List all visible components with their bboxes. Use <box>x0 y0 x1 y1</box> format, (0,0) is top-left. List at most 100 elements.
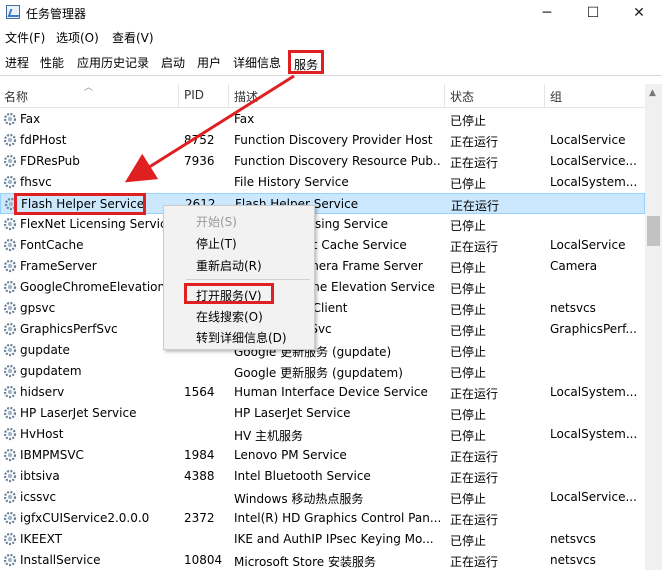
table-row[interactable]: gupdate Google 更新服务 (gupdate) 已停止 <box>0 340 645 361</box>
service-status: 正在运行 <box>450 555 499 569</box>
tab-performance[interactable]: 性能 <box>40 54 64 71</box>
service-status: 已停止 <box>450 366 487 380</box>
service-status: 已停止 <box>450 429 487 443</box>
menu-bar: 文件(F) 选项(O) 查看(V) <box>0 26 662 48</box>
service-name: hidserv <box>20 385 65 399</box>
maximize-button[interactable]: ☐ <box>570 0 616 26</box>
gear-icon <box>3 406 17 420</box>
vertical-scrollbar[interactable]: ▲ <box>645 84 662 570</box>
ctx-restart[interactable]: 重新启动(R) <box>196 257 262 274</box>
table-row[interactable]: ibtsiva 4388 Intel Bluetooth Service 正在运行 <box>0 466 645 487</box>
service-description: Function Discovery Provider Host <box>234 133 433 147</box>
menu-file[interactable]: 文件(F) <box>5 29 45 46</box>
tab-app-history[interactable]: 应用历史记录 <box>77 54 149 71</box>
gear-icon <box>3 532 17 546</box>
close-button[interactable]: ✕ <box>616 0 662 26</box>
service-status: 已停止 <box>450 261 487 275</box>
table-row[interactable]: FDResPub 7936 Function Discovery Resource … <box>0 151 645 172</box>
ctx-search-online[interactable]: 在线搜索(O) <box>196 308 263 325</box>
gear-icon <box>3 448 17 462</box>
table-row[interactable]: igfxCUIService2.0.0.0 2372 Intel(R) HD Gra… <box>0 508 645 529</box>
column-divider[interactable] <box>228 84 229 108</box>
table-row[interactable]: FlexNet Licensing ServiceFlexNet Licensi… <box>0 214 645 235</box>
table-row[interactable]: hidserv 1564 Human Interface Device Servic… <box>0 382 645 403</box>
tab-users[interactable]: 用户 <box>197 54 221 71</box>
service-group: netsvcs <box>550 553 596 567</box>
table-row[interactable]: FrameServer Windows Camera Frame Server 已停… <box>0 256 645 277</box>
service-name: fdPHost <box>20 133 67 147</box>
table-row[interactable]: Fax Fax 已停止 <box>0 109 645 130</box>
service-name: ibtsiva <box>20 469 60 483</box>
service-description: Intel Bluetooth Service <box>234 469 371 483</box>
service-name: icssvc <box>20 490 57 504</box>
menu-view[interactable]: 查看(V) <box>112 29 154 46</box>
service-status: 已停止 <box>450 324 487 338</box>
service-group: Camera <box>550 259 598 273</box>
service-status: 已停止 <box>450 345 487 359</box>
scrollbar-thumb[interactable] <box>647 216 660 246</box>
menu-options[interactable]: 选项(O) <box>56 29 99 46</box>
table-row[interactable]: fdPHost 8752 Function Discovery Provider H… <box>0 130 645 151</box>
header-group[interactable]: 组 <box>550 88 562 105</box>
table-row[interactable]: GoogleChromeElevationServiceGoogle Chrom… <box>0 277 645 298</box>
title-bar: 任务管理器 ─ ☐ ✕ <box>0 0 662 26</box>
service-status: 正在运行 <box>450 513 499 527</box>
table-row[interactable]: HvHost HV 主机服务 已停止 LocalSystem... <box>0 424 645 445</box>
table-row[interactable]: fhsvc File History Service 已停止 LocalSystem.… <box>0 172 645 193</box>
service-group: LocalSystem... <box>550 427 638 441</box>
service-group: LocalService <box>550 133 626 147</box>
tab-startup[interactable]: 启动 <box>161 54 185 71</box>
table-row[interactable]: gpsvcGroup Policy Client已停止netsvcs <box>0 298 645 319</box>
table-row[interactable]: IBMPMSVC 1984 Lenovo PM Service 正在运行 <box>0 445 645 466</box>
table-row[interactable]: FontCache Windows Font Cache Service 正在运行 L… <box>0 235 645 256</box>
gear-icon <box>3 238 17 252</box>
service-name: GoogleChromeElevationService <box>20 280 178 294</box>
service-name: igfxCUIService2.0.0.0 <box>20 511 150 525</box>
minimize-button[interactable]: ─ <box>524 0 570 26</box>
table-row[interactable]: GraphicsPerfSvcGraphicsPerfSvc已停止Graphic… <box>0 319 645 340</box>
header-description[interactable]: 描述 <box>234 88 258 105</box>
gear-icon <box>3 427 17 441</box>
service-pid: 4388 <box>184 469 215 483</box>
service-group: netsvcs <box>550 301 596 315</box>
service-status: 已停止 <box>450 177 487 191</box>
column-divider[interactable] <box>178 84 179 108</box>
service-name: gupdate <box>20 343 70 357</box>
gear-icon <box>3 322 17 336</box>
table-row[interactable]: gupdatem Google 更新服务 (gupdatem) 已停止 <box>0 361 645 382</box>
gear-icon <box>3 217 17 231</box>
service-description: HV 主机服务 <box>234 429 304 443</box>
table-row[interactable]: icssvc Windows 移动热点服务 已停止 LocalService... <box>0 487 645 508</box>
header-pid[interactable]: PID <box>184 88 204 102</box>
column-divider[interactable] <box>544 84 545 108</box>
tab-details[interactable]: 详细信息 <box>233 54 281 71</box>
ctx-stop[interactable]: 停止(T) <box>196 235 237 252</box>
gear-icon <box>3 469 17 483</box>
service-description: IKE and AuthIP IPsec Keying Mo... <box>234 532 434 546</box>
service-description: Google 更新服务 (gupdatem) <box>234 366 403 380</box>
service-status: 正在运行 <box>450 240 499 254</box>
header-status[interactable]: 状态 <box>450 88 474 105</box>
highlight-box-open-services <box>184 283 274 304</box>
service-name: IBMPMSVC <box>20 448 84 462</box>
service-name: FontCache <box>20 238 84 252</box>
table-row[interactable]: IKEEXT IKE and AuthIP IPsec Keying Mo... 已… <box>0 529 645 550</box>
service-group: LocalService <box>550 238 626 252</box>
column-divider[interactable] <box>444 84 445 108</box>
table-row[interactable]: HP LaserJet Service HP LaserJet Service 已停… <box>0 403 645 424</box>
ctx-start[interactable]: 开始(S) <box>196 213 237 230</box>
gear-icon <box>3 301 17 315</box>
scroll-up-icon[interactable]: ▲ <box>649 88 656 98</box>
tab-services[interactable]: 服务 <box>288 50 325 74</box>
header-name[interactable]: 名称 <box>4 88 28 105</box>
service-description: HP LaserJet Service <box>234 406 351 420</box>
gear-icon <box>3 364 17 378</box>
service-status: 正在运行 <box>451 199 500 213</box>
tab-processes[interactable]: 进程 <box>5 54 29 71</box>
table-row[interactable]: InstallService 10804 Microsoft Store 安装服务 正… <box>0 550 645 570</box>
service-group: LocalService... <box>550 490 637 504</box>
service-pid: 7936 <box>184 154 215 168</box>
service-group: GraphicsPerf... <box>550 322 637 336</box>
sort-up-icon: ︿ <box>84 83 94 93</box>
ctx-go-to-details[interactable]: 转到详细信息(D) <box>196 329 287 346</box>
